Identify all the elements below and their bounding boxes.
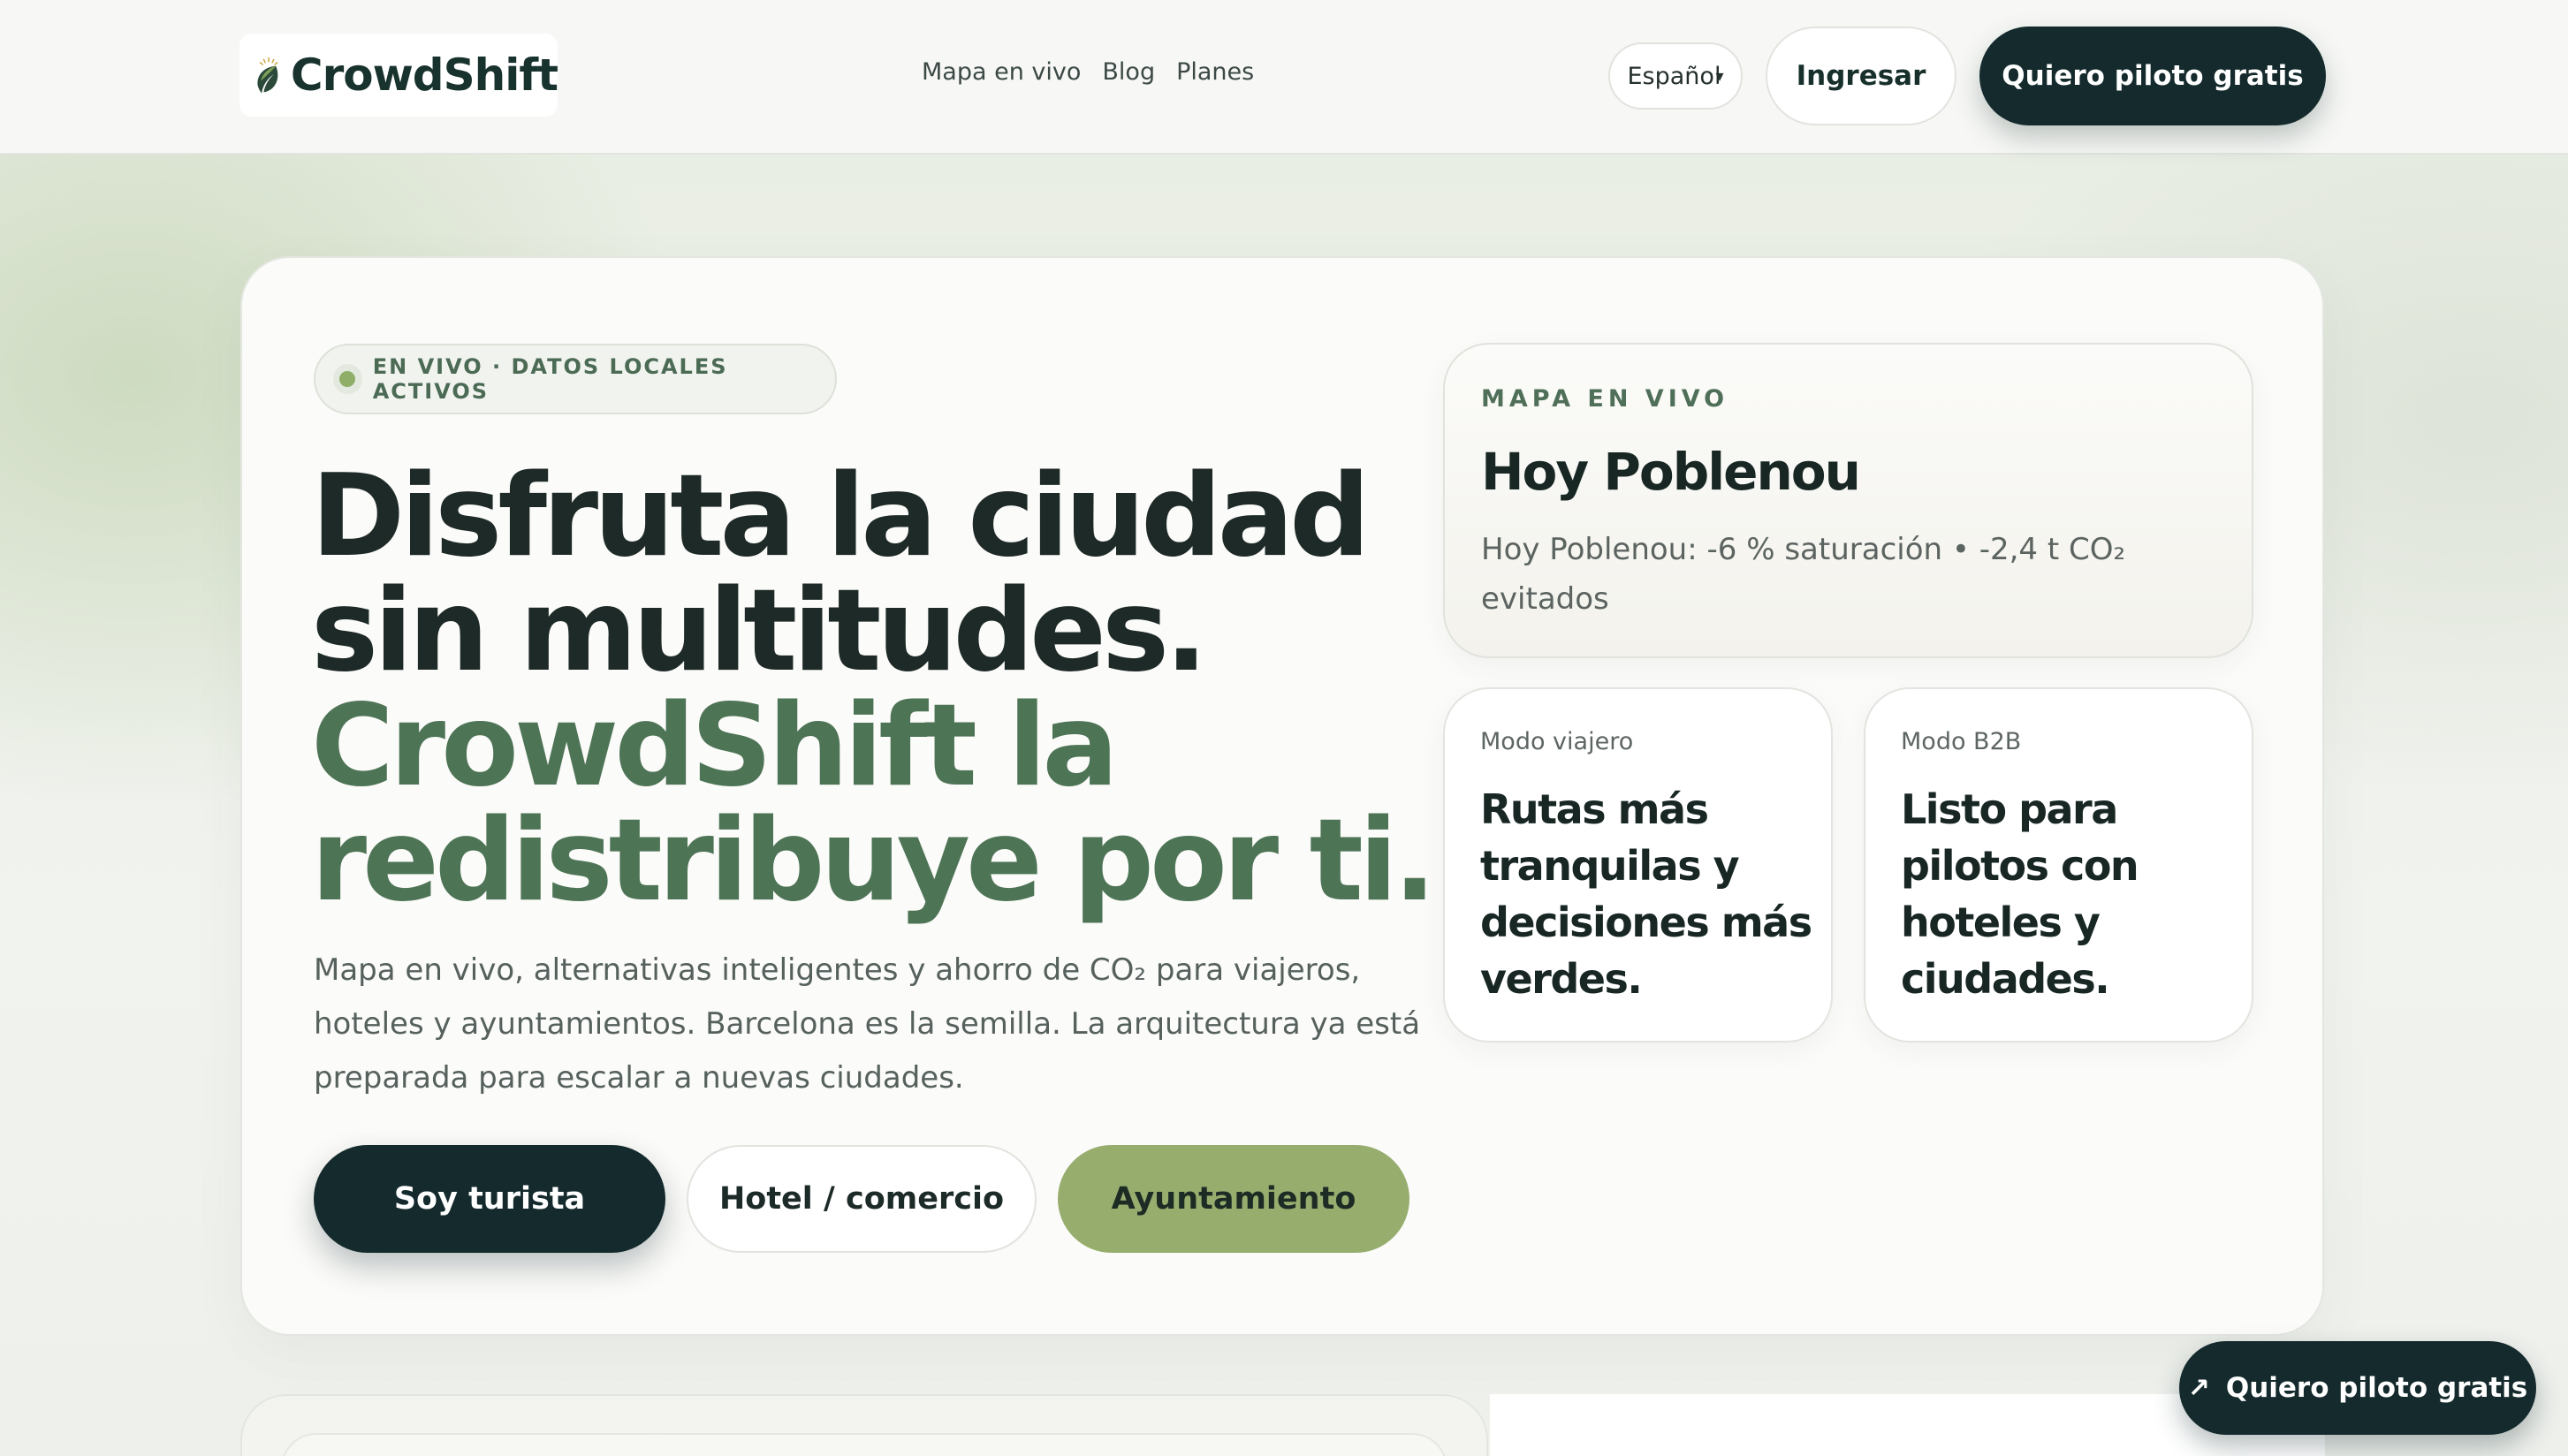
arrow-up-right-icon: ↗ bbox=[2187, 1372, 2210, 1404]
login-button[interactable]: Ingresar bbox=[1766, 27, 1956, 125]
traveler-mode-label: Modo viajero bbox=[1480, 728, 1634, 755]
live-map-card[interactable]: MAPA EN VIVO Hoy Poblenou Hoy Poblenou: … bbox=[1443, 343, 2253, 658]
hero-card: EN VIVO · DATOS LOCALES ACTIVOS Disfruta… bbox=[240, 256, 2324, 1336]
leaf-sun-logo-icon bbox=[257, 57, 278, 94]
next-section-inner-frame bbox=[281, 1433, 1447, 1456]
floating-pilot-button[interactable]: ↗ Quiero piloto gratis bbox=[2179, 1341, 2536, 1435]
hero-description: Mapa en vivo, alternativas inteligentes … bbox=[314, 952, 1421, 1096]
brand-name: CrowdShift bbox=[290, 49, 558, 101]
live-dot-icon bbox=[333, 364, 362, 394]
city-council-button[interactable]: Ayuntamiento bbox=[1058, 1145, 1409, 1253]
free-pilot-button[interactable]: Quiero piloto gratis bbox=[1979, 27, 2326, 125]
live-map-title: Hoy Poblenou bbox=[1481, 442, 1861, 502]
nav-link-live-map[interactable]: Mapa en vivo bbox=[922, 58, 1081, 86]
b2b-mode-title: Listo para pilotos con hoteles y ciudade… bbox=[1901, 785, 2139, 1003]
b2b-mode-label: Modo B2B bbox=[1901, 728, 2022, 755]
hero-headline: Disfruta la ciudad sin multitudes. Crowd… bbox=[311, 459, 1460, 919]
live-map-kicker: MAPA EN VIVO bbox=[1481, 385, 1729, 413]
headline-line-1: Disfruta la ciudad bbox=[311, 451, 1371, 582]
next-section-left-panel bbox=[240, 1394, 1488, 1456]
tourist-button[interactable]: Soy turista bbox=[314, 1145, 665, 1253]
main-nav: Mapa en vivo Blog Planes bbox=[922, 58, 1254, 86]
live-status-text: EN VIVO · DATOS LOCALES ACTIVOS bbox=[372, 354, 728, 404]
traveler-mode-title: Rutas más tranquilas y decisiones más ve… bbox=[1480, 785, 1812, 1003]
top-navigation-bar: CrowdShift Mapa en vivo Blog Planes Espa… bbox=[0, 0, 2568, 155]
traveler-mode-card[interactable]: Modo viajero Rutas más tranquilas y deci… bbox=[1443, 687, 1833, 1043]
headline-line-2: sin multitudes. bbox=[311, 565, 1208, 697]
live-map-stats: Hoy Poblenou: -6 % saturación • -2,4 t C… bbox=[1481, 532, 2126, 617]
hotel-business-button[interactable]: Hotel / comercio bbox=[687, 1145, 1037, 1253]
language-value: Español bbox=[1627, 62, 1721, 90]
b2b-mode-card[interactable]: Modo B2B Listo para pilotos con hoteles … bbox=[1864, 687, 2253, 1043]
live-status-badge: EN VIVO · DATOS LOCALES ACTIVOS bbox=[314, 344, 837, 414]
nav-link-blog[interactable]: Blog bbox=[1102, 58, 1155, 86]
headline-line-4: redistribuye por ti. bbox=[311, 795, 1436, 927]
language-select[interactable]: Español ▾ bbox=[1608, 42, 1743, 110]
floating-pilot-label: Quiero piloto gratis bbox=[2225, 1372, 2528, 1404]
nav-link-plans[interactable]: Planes bbox=[1176, 58, 1254, 86]
chevron-down-icon: ▾ bbox=[1715, 66, 1724, 86]
headline-line-3: CrowdShift la bbox=[311, 680, 1119, 812]
brand-logo[interactable]: CrowdShift bbox=[239, 34, 558, 117]
